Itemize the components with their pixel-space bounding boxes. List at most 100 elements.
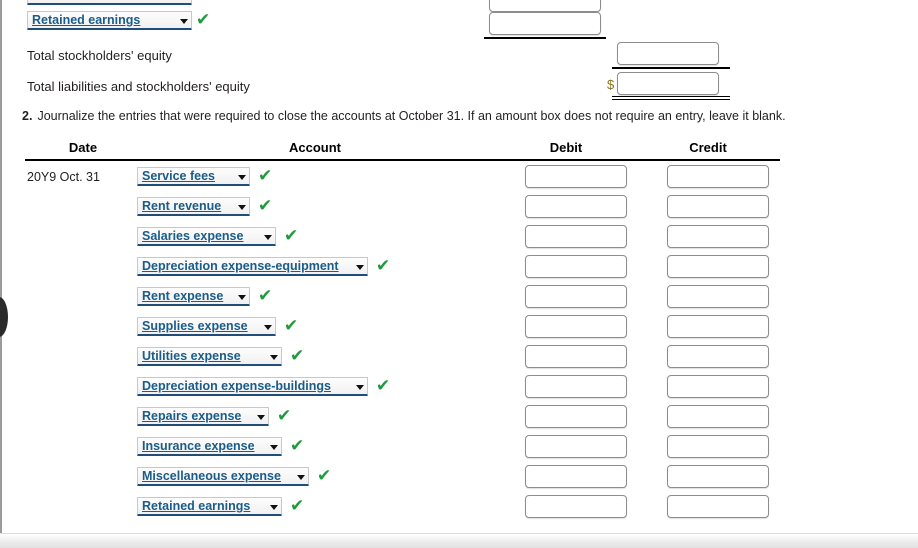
amount-input-subtotal[interactable] [489, 12, 601, 35]
account-select-label: Repairs expense [142, 409, 242, 423]
amount-input-total-liabilities-and-equity[interactable] [617, 72, 719, 95]
chevron-down-icon [257, 415, 265, 420]
credit-input-row-8[interactable] [667, 375, 769, 398]
credit-input-row-10[interactable] [667, 435, 769, 458]
bottom-status-bar [0, 533, 918, 548]
instruction-number: 2. [22, 109, 33, 123]
chevron-down-icon [238, 205, 246, 210]
chevron-down-icon [297, 475, 305, 480]
subtotal-rule [484, 37, 606, 39]
debit-input-row-7[interactable] [525, 345, 627, 368]
verified-check-icon: ✔ [258, 166, 273, 186]
verified-check-icon: ✔ [277, 406, 292, 426]
chevron-down-icon [264, 235, 272, 240]
account-select-label: Supplies expense [142, 319, 248, 333]
verified-check-icon: ✔ [258, 286, 273, 306]
account-select-cutoff[interactable] [27, 0, 192, 5]
account-select-row-4[interactable]: Depreciation expense-equipment [137, 257, 368, 276]
chevron-down-icon [270, 445, 278, 450]
verified-check-icon: ✔ [290, 346, 305, 366]
account-select-label: Rent revenue [142, 199, 222, 213]
table-header-rule [25, 159, 780, 161]
amount-input-total-stockholders-equity[interactable] [617, 42, 719, 65]
account-select-row-12[interactable]: Retained earnings [137, 497, 282, 516]
column-header-debit: Debit [549, 140, 583, 155]
account-select-row-1[interactable]: Service fees [137, 167, 250, 186]
instruction-text: Journalize the entries that were require… [37, 109, 786, 123]
debit-input-row-10[interactable] [525, 435, 627, 458]
currency-symbol: $ [607, 77, 615, 92]
chevron-down-icon [270, 505, 278, 510]
amount-input-cutoff[interactable] [489, 0, 601, 12]
credit-input-row-1[interactable] [667, 165, 769, 188]
account-select-label: Depreciation expense-equipment [142, 259, 339, 273]
credit-input-row-3[interactable] [667, 225, 769, 248]
debit-input-row-11[interactable] [525, 465, 627, 488]
account-select-label: Miscellaneous expense [142, 469, 281, 483]
account-select-label: Retained earnings [142, 499, 251, 513]
credit-input-row-11[interactable] [667, 465, 769, 488]
total-stockholders-equity-label: Total stockholders' equity [27, 48, 172, 63]
verified-check-icon: ✔ [284, 316, 299, 336]
credit-input-row-7[interactable] [667, 345, 769, 368]
debit-input-row-9[interactable] [525, 405, 627, 428]
grand-total-rule-top [612, 96, 730, 97]
verified-check-icon: ✔ [376, 256, 391, 276]
panel-collapse-handle[interactable] [0, 297, 8, 337]
account-select-label: Retained earnings [32, 13, 141, 27]
chevron-down-icon [180, 19, 188, 24]
account-select-label: Depreciation expense-buildings [142, 379, 331, 393]
account-select-label: Utilities expense [142, 349, 241, 363]
credit-input-row-12[interactable] [667, 495, 769, 518]
verified-check-icon: ✔ [290, 496, 305, 516]
account-select-row-3[interactable]: Salaries expense [137, 227, 276, 246]
grand-total-rule-bottom [612, 99, 730, 100]
chevron-down-icon [356, 385, 364, 390]
account-select-row-7[interactable]: Utilities expense [137, 347, 282, 366]
credit-input-row-6[interactable] [667, 315, 769, 338]
credit-input-row-2[interactable] [667, 195, 769, 218]
verified-check-icon: ✔ [317, 466, 332, 486]
credit-input-row-5[interactable] [667, 285, 769, 308]
account-select-retained-earnings-top[interactable]: Retained earnings [27, 11, 192, 30]
left-panel-edge [0, 0, 2, 548]
verified-check-icon: ✔ [290, 436, 305, 456]
total-liabilities-equity-label: Total liabilities and stockholders' equi… [27, 79, 250, 94]
total-equity-rule [612, 67, 730, 69]
account-select-row-6[interactable]: Supplies expense [137, 317, 276, 336]
debit-input-row-1[interactable] [525, 165, 627, 188]
debit-input-row-5[interactable] [525, 285, 627, 308]
debit-input-row-2[interactable] [525, 195, 627, 218]
account-select-row-10[interactable]: Insurance expense [137, 437, 282, 456]
credit-input-row-9[interactable] [667, 405, 769, 428]
worksheet-page: Retained earnings ✔ Total stockholders' … [0, 0, 918, 548]
debit-input-row-3[interactable] [525, 225, 627, 248]
column-header-credit: Credit [689, 140, 727, 155]
chevron-down-icon [356, 265, 364, 270]
account-select-row-11[interactable]: Miscellaneous expense [137, 467, 309, 486]
account-select-label: Insurance expense [142, 439, 255, 453]
journal-date-cell: 20Y9 Oct. 31 [27, 170, 100, 184]
account-select-label: Service fees [142, 169, 215, 183]
debit-input-row-6[interactable] [525, 315, 627, 338]
account-select-row-8[interactable]: Depreciation expense-buildings [137, 377, 368, 396]
account-select-row-9[interactable]: Repairs expense [137, 407, 269, 426]
debit-input-row-12[interactable] [525, 495, 627, 518]
column-header-date: Date [68, 140, 98, 155]
chevron-down-icon [238, 175, 246, 180]
verified-check-icon: ✔ [258, 196, 273, 216]
account-select-label: Salaries expense [142, 229, 244, 243]
account-select-row-5[interactable]: Rent expense [137, 287, 250, 306]
credit-input-row-4[interactable] [667, 255, 769, 278]
chevron-down-icon [264, 325, 272, 330]
debit-input-row-4[interactable] [525, 255, 627, 278]
verified-check-icon: ✔ [196, 10, 211, 30]
account-select-row-2[interactable]: Rent revenue [137, 197, 250, 216]
chevron-down-icon [238, 295, 246, 300]
verified-check-icon: ✔ [284, 226, 299, 246]
debit-input-row-8[interactable] [525, 375, 627, 398]
chevron-down-icon [270, 355, 278, 360]
instruction-line: 2. Journalize the entries that were requi… [22, 109, 786, 123]
account-select-label: Rent expense [142, 289, 224, 303]
column-header-account: Account [289, 140, 341, 155]
